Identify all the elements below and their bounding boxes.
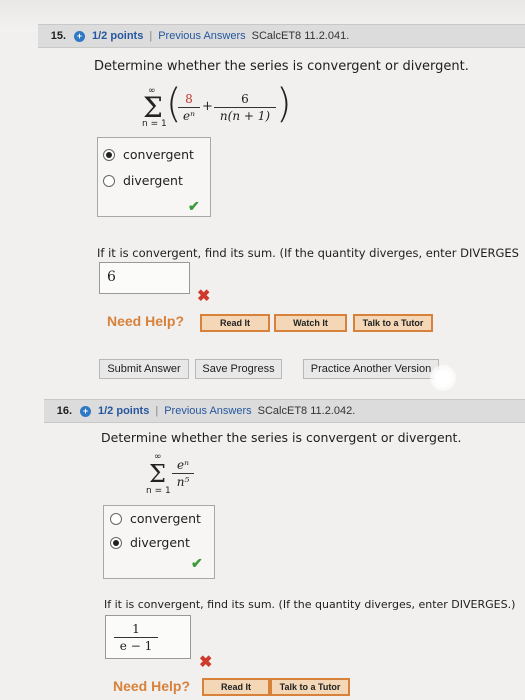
numerator: 6 bbox=[241, 92, 249, 106]
sum-answer-field[interactable]: 6 bbox=[99, 262, 190, 294]
question-16-header: 16. + 1/2 points | Previous Answers SCal… bbox=[44, 399, 525, 423]
sigma-symbol: Σ bbox=[149, 460, 166, 488]
talk-to-tutor-button[interactable]: Talk to a Tutor bbox=[353, 314, 433, 332]
expand-plus-icon[interactable]: + bbox=[80, 405, 91, 417]
fraction: eⁿ n⁵ bbox=[172, 458, 194, 489]
submit-answer-button[interactable]: Submit Answer bbox=[99, 359, 189, 379]
numerator: eⁿ bbox=[177, 458, 189, 472]
question-number: 16. bbox=[56, 405, 72, 417]
incorrect-cross-icon: ✖ bbox=[199, 654, 213, 671]
numerator: 8 bbox=[185, 92, 193, 106]
correct-check-icon: ✔ bbox=[191, 555, 203, 571]
option-label: divergent bbox=[123, 173, 183, 188]
radio-button-selected[interactable] bbox=[103, 148, 115, 161]
question-15-header: 15. + 1/2 points | Previous Answers SCal… bbox=[38, 24, 525, 48]
question-reference: SCalcET8 11.2.041. bbox=[251, 30, 350, 42]
option-label: convergent bbox=[123, 147, 194, 162]
fraction-two: 6 n(n + 1) bbox=[214, 92, 276, 123]
sigma-lower-limit: n = 1 bbox=[146, 486, 171, 496]
save-progress-button[interactable]: Save Progress bbox=[195, 359, 282, 379]
camera-flash-glare bbox=[430, 365, 456, 391]
question-number: 15. bbox=[50, 30, 66, 42]
radio-button[interactable] bbox=[103, 174, 115, 187]
question-reference: SCalcET8 11.2.042. bbox=[257, 405, 356, 417]
sigma-lower-limit: n = 1 bbox=[142, 119, 167, 129]
answer-fraction: 1 e − 1 bbox=[114, 622, 158, 653]
watch-it-button[interactable]: Watch It bbox=[274, 314, 347, 332]
option-divergent[interactable]: divergent bbox=[110, 535, 190, 550]
previous-answers-link[interactable]: Previous Answers bbox=[164, 405, 251, 417]
fraction-one: 8 eⁿ bbox=[178, 92, 200, 123]
points-label: 1/2 points bbox=[98, 405, 150, 417]
denominator: n(n + 1) bbox=[219, 109, 271, 123]
answer-value: 6 bbox=[107, 269, 116, 285]
option-divergent[interactable]: divergent bbox=[103, 173, 183, 188]
answer-numerator: 1 bbox=[132, 622, 140, 636]
option-label: divergent bbox=[130, 535, 190, 550]
expand-plus-icon[interactable]: + bbox=[74, 30, 85, 42]
read-it-button[interactable]: Read It bbox=[200, 314, 270, 332]
question-prompt: Determine whether the series is converge… bbox=[101, 430, 462, 445]
right-paren: ) bbox=[276, 81, 292, 127]
question-prompt: Determine whether the series is converge… bbox=[94, 59, 469, 74]
sigma-symbol: Σ bbox=[143, 91, 163, 124]
need-help-label: Need Help? bbox=[107, 313, 185, 329]
option-convergent[interactable]: convergent bbox=[110, 511, 201, 526]
read-it-button[interactable]: Read It bbox=[202, 678, 270, 696]
sum-answer-field[interactable]: 1 e − 1 bbox=[105, 615, 191, 659]
radio-button[interactable] bbox=[110, 512, 122, 525]
denominator: n⁵ bbox=[176, 475, 190, 489]
previous-answers-link[interactable]: Previous Answers bbox=[158, 30, 245, 42]
answer-denominator: e − 1 bbox=[119, 639, 153, 653]
option-label: convergent bbox=[130, 511, 201, 526]
separator: | bbox=[155, 405, 159, 417]
plus-sign: + bbox=[202, 99, 213, 114]
denominator: eⁿ bbox=[183, 109, 195, 123]
series-expression: ∞ Σ n = 1 ( 8 eⁿ + 6 n(n + 1) ) bbox=[140, 81, 300, 132]
series-expression: ∞ Σ n = 1 eⁿ n⁵ bbox=[146, 452, 206, 498]
option-convergent[interactable]: convergent bbox=[103, 147, 194, 162]
talk-to-tutor-button[interactable]: Talk to a Tutor bbox=[270, 678, 350, 696]
points-label: 1/2 points bbox=[92, 30, 144, 42]
practice-another-version-button[interactable]: Practice Another Version bbox=[303, 359, 439, 379]
need-help-label: Need Help? bbox=[113, 678, 191, 694]
separator: | bbox=[149, 30, 153, 42]
sum-instructions: If it is convergent, find its sum. (If t… bbox=[104, 598, 516, 611]
correct-check-icon: ✔ bbox=[188, 198, 200, 214]
incorrect-cross-icon: ✖ bbox=[197, 288, 211, 305]
radio-button-selected[interactable] bbox=[110, 536, 122, 549]
sum-instructions: If it is convergent, find its sum. (If t… bbox=[97, 246, 519, 260]
